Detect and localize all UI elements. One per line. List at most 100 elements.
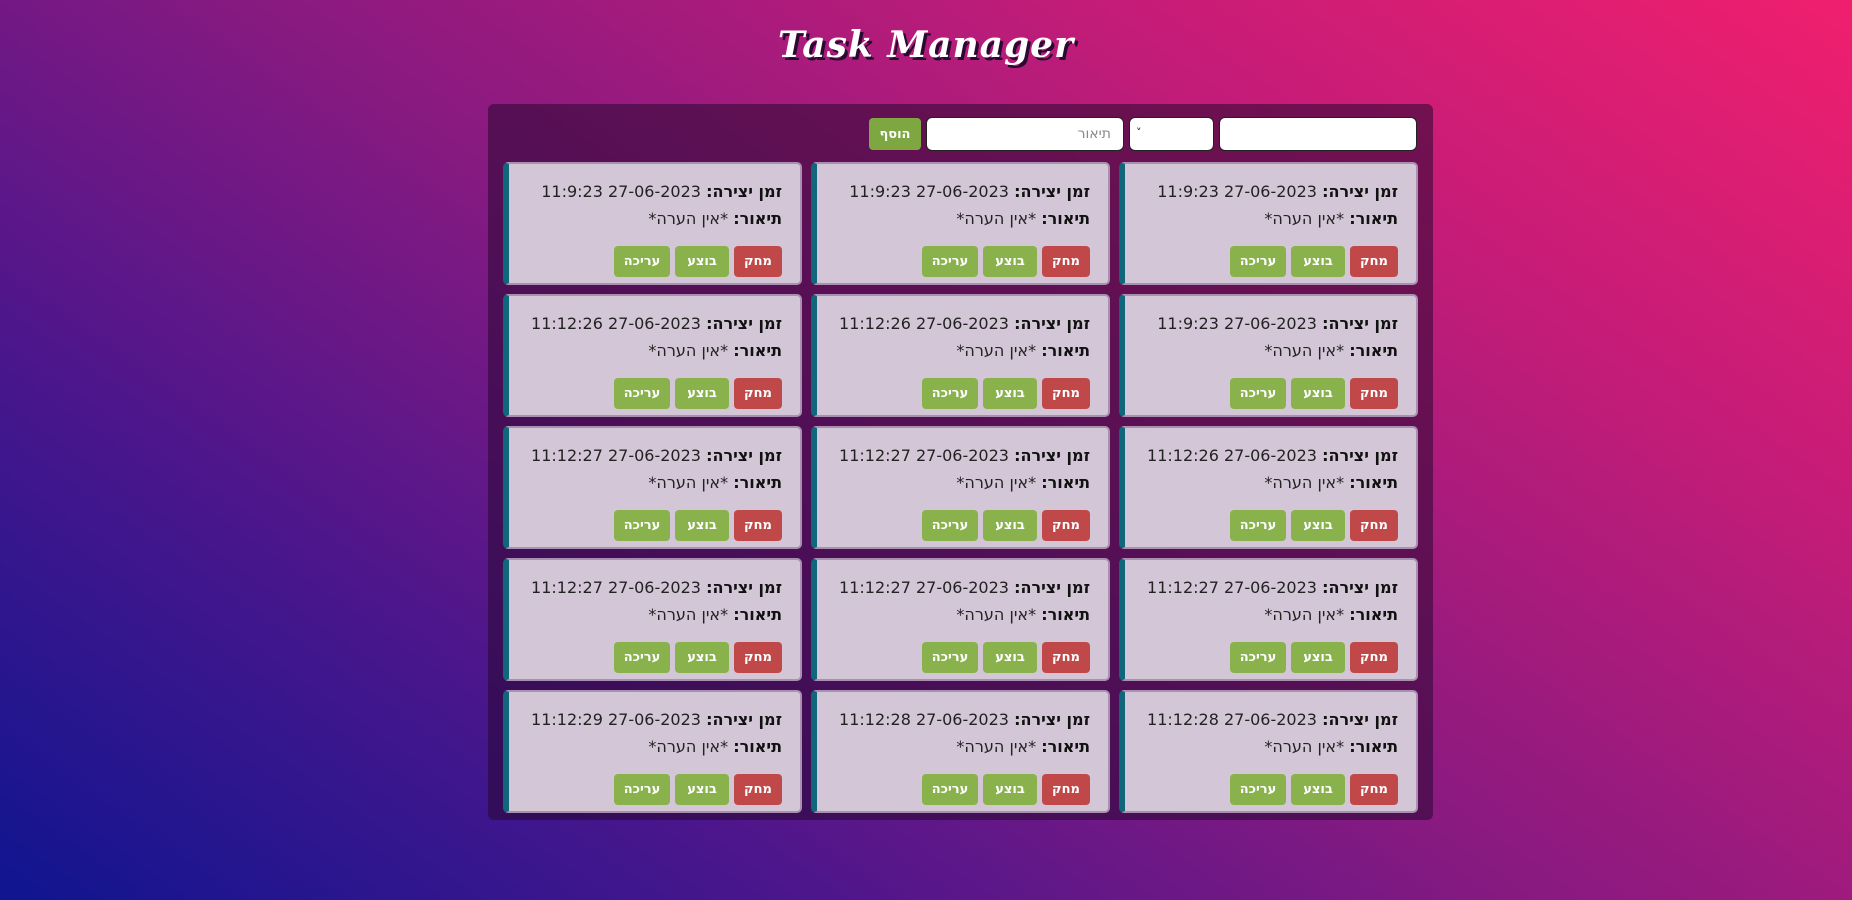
edit-button[interactable]: עריכה <box>614 378 670 409</box>
task-created-line: זמן יצירה: 27-06-2023 11:9:23 <box>849 182 1090 201</box>
done-button[interactable]: בוצע <box>1291 642 1345 673</box>
task-description-value: *אין הערה* <box>956 605 1037 624</box>
task-created-value: 27-06-2023 11:12:26 <box>839 314 1009 333</box>
task-actions: מחק בוצע עריכה <box>614 774 782 805</box>
edit-button[interactable]: עריכה <box>1230 246 1286 277</box>
edit-button[interactable]: עריכה <box>614 510 670 541</box>
edit-button[interactable]: עריכה <box>922 774 978 805</box>
task-created-value: 27-06-2023 11:12:27 <box>839 578 1009 597</box>
description-label: תיאור: <box>1349 737 1398 756</box>
task-description-value: *אין הערה* <box>956 209 1037 228</box>
done-button[interactable]: בוצע <box>1291 774 1345 805</box>
done-button[interactable]: בוצע <box>675 510 729 541</box>
done-button[interactable]: בוצע <box>675 246 729 277</box>
edit-button[interactable]: עריכה <box>922 246 978 277</box>
task-created-value: 27-06-2023 11:12:29 <box>531 710 701 729</box>
task-description-value: *אין הערה* <box>648 473 729 492</box>
delete-button[interactable]: מחק <box>1350 510 1398 541</box>
task-description-value: *אין הערה* <box>648 605 729 624</box>
done-button[interactable]: בוצע <box>983 378 1037 409</box>
task-description-line: תיאור: *אין הערה* <box>956 737 1090 756</box>
task-created-line: זמן יצירה: 27-06-2023 11:12:27 <box>839 446 1090 465</box>
delete-button[interactable]: מחק <box>1042 642 1090 673</box>
task-actions: מחק בוצע עריכה <box>922 642 1090 673</box>
done-button[interactable]: בוצע <box>675 642 729 673</box>
edit-button[interactable]: עריכה <box>1230 378 1286 409</box>
add-task-form: ˅ תיאור הוסף <box>869 117 1417 151</box>
task-created-value: 27-06-2023 11:12:26 <box>1147 446 1317 465</box>
delete-button[interactable]: מחק <box>734 774 782 805</box>
category-select[interactable]: ˅ <box>1129 117 1214 151</box>
task-actions: מחק בוצע עריכה <box>1230 642 1398 673</box>
task-created-line: זמן יצירה: 27-06-2023 11:12:28 <box>839 710 1090 729</box>
delete-button[interactable]: מחק <box>734 510 782 541</box>
created-label: זמן יצירה: <box>1014 182 1090 201</box>
task-created-line: זמן יצירה: 27-06-2023 11:12:27 <box>839 578 1090 597</box>
done-button[interactable]: בוצע <box>675 774 729 805</box>
task-name-input[interactable] <box>1219 117 1417 151</box>
done-button[interactable]: בוצע <box>1291 246 1345 277</box>
description-input[interactable]: תיאור <box>926 117 1124 151</box>
edit-button[interactable]: עריכה <box>614 774 670 805</box>
done-button[interactable]: בוצע <box>983 642 1037 673</box>
task-created-value: 27-06-2023 11:9:23 <box>541 182 701 201</box>
task-actions: מחק בוצע עריכה <box>614 246 782 277</box>
task-description-line: תיאור: *אין הערה* <box>648 737 782 756</box>
delete-button[interactable]: מחק <box>1042 246 1090 277</box>
delete-button[interactable]: מחק <box>1042 378 1090 409</box>
edit-button[interactable]: עריכה <box>614 642 670 673</box>
edit-button[interactable]: עריכה <box>1230 774 1286 805</box>
delete-button[interactable]: מחק <box>1350 774 1398 805</box>
task-description-line: תיאור: *אין הערה* <box>956 605 1090 624</box>
delete-button[interactable]: מחק <box>1350 378 1398 409</box>
done-button[interactable]: בוצע <box>983 774 1037 805</box>
edit-button[interactable]: עריכה <box>922 642 978 673</box>
task-actions: מחק בוצע עריכה <box>1230 774 1398 805</box>
done-button[interactable]: בוצע <box>675 378 729 409</box>
delete-button[interactable]: מחק <box>1042 510 1090 541</box>
task-card: זמן יצירה: 27-06-2023 11:9:23 תיאור: *אי… <box>1119 162 1418 285</box>
done-button[interactable]: בוצע <box>983 510 1037 541</box>
task-created-line: זמן יצירה: 27-06-2023 11:9:23 <box>1157 314 1398 333</box>
task-created-line: זמן יצירה: 27-06-2023 11:12:26 <box>839 314 1090 333</box>
task-card: זמן יצירה: 27-06-2023 11:12:26 תיאור: *א… <box>811 294 1110 417</box>
task-created-value: 27-06-2023 11:9:23 <box>1157 182 1317 201</box>
delete-button[interactable]: מחק <box>734 378 782 409</box>
task-created-line: זמן יצירה: 27-06-2023 11:12:28 <box>1147 710 1398 729</box>
task-created-line: זמן יצירה: 27-06-2023 11:12:27 <box>531 578 782 597</box>
task-actions: מחק בוצע עריכה <box>614 510 782 541</box>
done-button[interactable]: בוצע <box>1291 510 1345 541</box>
created-label: זמן יצירה: <box>1322 710 1398 729</box>
done-button[interactable]: בוצע <box>1291 378 1345 409</box>
task-description-value: *אין הערה* <box>1264 341 1345 360</box>
task-card: זמן יצירה: 27-06-2023 11:12:27 תיאור: *א… <box>811 426 1110 549</box>
edit-button[interactable]: עריכה <box>922 378 978 409</box>
delete-button[interactable]: מחק <box>1042 774 1090 805</box>
task-description-line: תיאור: *אין הערה* <box>648 209 782 228</box>
edit-button[interactable]: עריכה <box>922 510 978 541</box>
task-description-line: תיאור: *אין הערה* <box>1264 209 1398 228</box>
description-label: תיאור: <box>733 341 782 360</box>
task-created-line: זמן יצירה: 27-06-2023 11:12:27 <box>1147 578 1398 597</box>
edit-button[interactable]: עריכה <box>1230 642 1286 673</box>
task-actions: מחק בוצע עריכה <box>922 510 1090 541</box>
task-created-value: 27-06-2023 11:12:27 <box>839 446 1009 465</box>
created-label: זמן יצירה: <box>706 578 782 597</box>
delete-button[interactable]: מחק <box>1350 642 1398 673</box>
task-actions: מחק בוצע עריכה <box>614 378 782 409</box>
created-label: זמן יצירה: <box>1014 710 1090 729</box>
description-label: תיאור: <box>1349 341 1398 360</box>
delete-button[interactable]: מחק <box>734 642 782 673</box>
delete-button[interactable]: מחק <box>1350 246 1398 277</box>
task-card: זמן יצירה: 27-06-2023 11:12:29 תיאור: *א… <box>503 690 802 813</box>
edit-button[interactable]: עריכה <box>614 246 670 277</box>
task-actions: מחק בוצע עריכה <box>1230 510 1398 541</box>
done-button[interactable]: בוצע <box>983 246 1037 277</box>
delete-button[interactable]: מחק <box>734 246 782 277</box>
add-button[interactable]: הוסף <box>869 118 921 150</box>
edit-button[interactable]: עריכה <box>1230 510 1286 541</box>
task-description-line: תיאור: *אין הערה* <box>956 209 1090 228</box>
created-label: זמן יצירה: <box>706 182 782 201</box>
task-description-line: תיאור: *אין הערה* <box>956 341 1090 360</box>
task-description-value: *אין הערה* <box>1264 737 1345 756</box>
